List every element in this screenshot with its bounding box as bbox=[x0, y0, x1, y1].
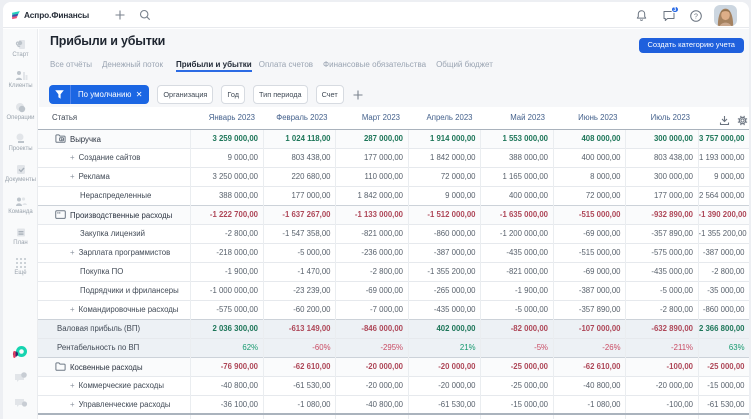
svg-text:?: ? bbox=[694, 13, 698, 20]
